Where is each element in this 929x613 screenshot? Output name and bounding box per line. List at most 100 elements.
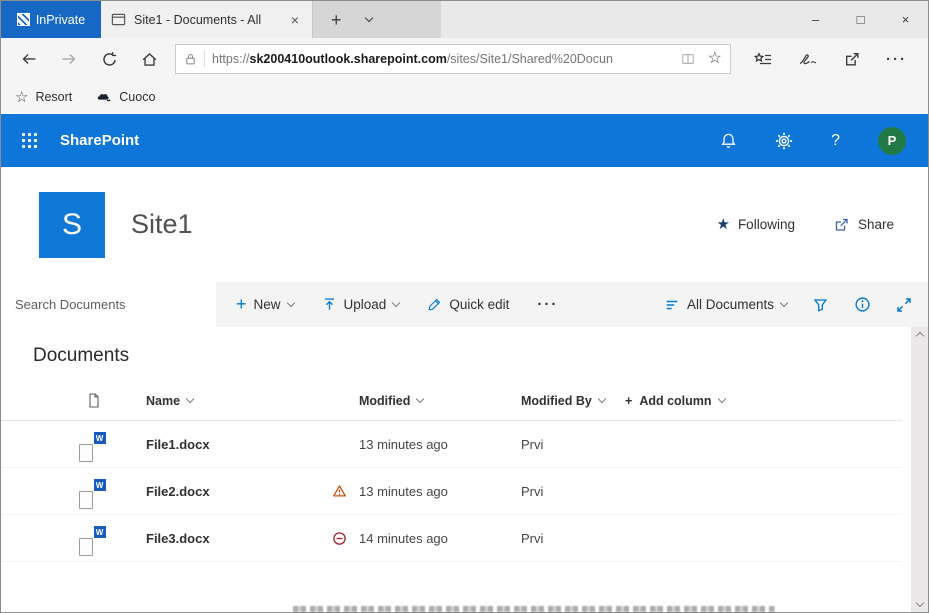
sharepoint-brand[interactable]: SharePoint (60, 132, 139, 149)
clipped-footer-text (293, 606, 775, 612)
modified-value: 14 minutes ago (359, 531, 521, 546)
column-header-modified[interactable]: Modified (359, 394, 521, 408)
command-bar: + New Upload (1, 282, 928, 327)
hub-favorites-icon[interactable] (753, 51, 773, 68)
tab-bar: InPrivate Site1 - Documents - All × + – … (1, 1, 928, 38)
chevron-down-icon (286, 298, 294, 306)
minimize-button[interactable]: – (793, 1, 838, 38)
following-label: Following (738, 217, 795, 232)
table-row[interactable]: W File2.docx 13 minutes ago Prvi (1, 468, 902, 515)
cuoco-favicon (96, 91, 112, 104)
chevron-down-icon (717, 394, 725, 402)
list-header-row: Name Modified Modified By + Add column (1, 381, 902, 421)
modified-by-value: Prvi (521, 437, 625, 452)
plus-icon: + (236, 295, 247, 313)
tab-close-icon[interactable]: × (288, 12, 302, 28)
vertical-scrollbar[interactable] (911, 327, 928, 612)
quick-edit-button[interactable]: Quick edit (427, 297, 509, 312)
new-button[interactable]: + New (236, 296, 294, 314)
tab-title: Site1 - Documents - All (134, 13, 280, 27)
url-text: https://sk200410outlook.sharepoint.com/s… (212, 52, 673, 66)
title-bar: – □ × (441, 1, 928, 38)
search-box[interactable] (1, 282, 216, 327)
favorite-label: Cuoco (119, 90, 155, 104)
favorite-label: Resort (35, 90, 72, 104)
following-button[interactable]: ★ Following (716, 217, 794, 232)
share-button[interactable]: Share (833, 217, 894, 233)
favorite-item-cuoco[interactable]: Cuoco (96, 90, 155, 104)
document-type-column-icon[interactable] (86, 392, 102, 409)
new-tab-button[interactable]: + (331, 11, 342, 29)
view-list-icon (664, 298, 680, 312)
modified-by-value: Prvi (521, 484, 625, 499)
tab-list-chevron-icon[interactable] (364, 13, 372, 21)
new-tab-zone: + (313, 1, 441, 38)
modified-by-value: Prvi (521, 531, 625, 546)
documents-pane: Documents Name Modified Modified By (1, 327, 928, 612)
reading-view-icon[interactable] (680, 52, 696, 66)
file-name[interactable]: File2.docx (146, 484, 319, 499)
avatar[interactable]: P (878, 127, 906, 155)
chevron-down-icon (416, 394, 424, 402)
filter-funnel-icon[interactable] (812, 297, 829, 313)
upload-label: Upload (344, 297, 387, 312)
scroll-down-icon[interactable] (915, 599, 923, 607)
scroll-up-icon[interactable] (915, 332, 923, 340)
column-header-name[interactable]: Name (146, 394, 319, 408)
help-icon[interactable]: ? (831, 132, 840, 150)
back-button[interactable] (9, 42, 49, 76)
forward-button[interactable] (49, 42, 89, 76)
modified-value: 13 minutes ago (359, 437, 521, 452)
inprivate-badge: InPrivate (1, 1, 101, 38)
new-label: New (254, 297, 281, 312)
settings-more-icon[interactable]: ··· (886, 51, 907, 68)
gear-settings-icon[interactable] (775, 132, 793, 150)
following-star-icon: ★ (716, 217, 729, 232)
address-bar: https://sk200410outlook.sharepoint.com/s… (1, 38, 928, 80)
chevron-down-icon (780, 298, 788, 306)
inprivate-label: InPrivate (36, 13, 85, 27)
maximize-button[interactable]: □ (838, 1, 883, 38)
notifications-bell-icon[interactable] (720, 132, 737, 150)
browser-window: InPrivate Site1 - Documents - All × + – … (0, 0, 929, 613)
blocked-status-icon (332, 531, 347, 546)
table-row[interactable]: W File3.docx 14 minutes ago Prvi (1, 515, 902, 562)
upload-icon (322, 297, 337, 312)
site-title: Site1 (131, 209, 193, 240)
share-label: Share (858, 217, 894, 232)
quick-edit-label: Quick edit (449, 297, 509, 312)
favorite-item-resort[interactable]: ☆ Resort (15, 90, 72, 105)
plus-icon: + (625, 394, 632, 408)
expand-fullscreen-icon[interactable] (896, 297, 912, 313)
modified-value: 13 minutes ago (359, 484, 521, 499)
inprivate-stripes-icon (17, 13, 30, 26)
table-row[interactable]: W File1.docx 13 minutes ago Prvi (1, 421, 902, 468)
home-button[interactable] (129, 42, 169, 76)
url-field[interactable]: https://sk200410outlook.sharepoint.com/s… (175, 44, 731, 74)
close-button[interactable]: × (883, 1, 928, 38)
url-divider (204, 51, 205, 67)
add-column-button[interactable]: + Add column (625, 394, 902, 408)
favorite-star-icon[interactable]: ☆ (708, 51, 722, 67)
share-browser-icon[interactable] (843, 51, 861, 68)
search-input[interactable] (15, 297, 202, 312)
view-selector[interactable]: All Documents (664, 297, 787, 312)
suite-bar: SharePoint ? (1, 114, 928, 167)
file-name[interactable]: File1.docx (146, 437, 319, 452)
favorites-bar: ☆ Resort Cuoco (1, 80, 928, 114)
list-title: Documents (1, 327, 928, 367)
refresh-button[interactable] (89, 42, 129, 76)
more-commands-icon[interactable]: ··· (537, 296, 558, 313)
info-icon[interactable] (854, 296, 871, 313)
upload-button[interactable]: Upload (322, 297, 400, 312)
lock-icon[interactable] (184, 52, 197, 66)
browser-tab[interactable]: Site1 - Documents - All × (101, 1, 313, 38)
column-header-modified-by[interactable]: Modified By (521, 394, 625, 408)
app-launcher-waffle-icon[interactable] (21, 132, 38, 149)
tab-page-icon (111, 12, 126, 27)
file-name[interactable]: File3.docx (146, 531, 319, 546)
ink-annotate-icon[interactable] (798, 51, 818, 67)
site-logo[interactable]: S (39, 192, 105, 258)
view-label: All Documents (687, 297, 774, 312)
share-icon (833, 217, 850, 233)
